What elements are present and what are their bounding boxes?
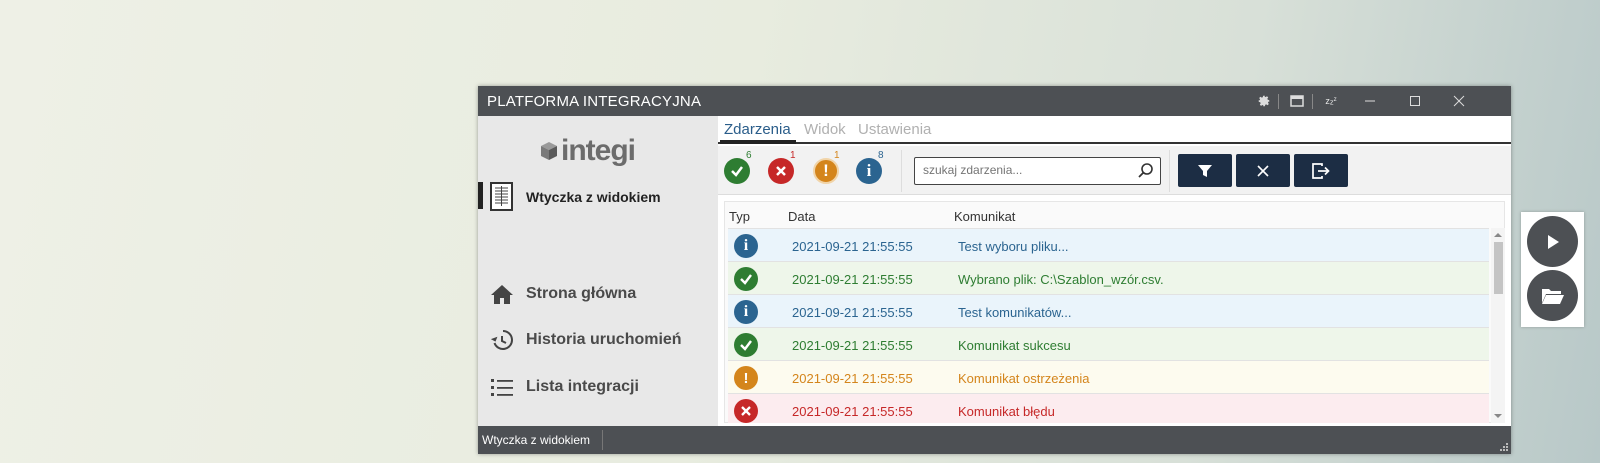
success-check-icon	[734, 267, 758, 291]
main-panel: Zdarzenia Widok Ustawienia 6 1 ! 1 i 8 s…	[718, 116, 1511, 426]
status-bar: Wtyczka z widokiem	[478, 426, 1511, 454]
warning-count: 1	[834, 150, 840, 161]
row-date: 2021-09-21 21:55:55	[792, 239, 913, 254]
tab-events[interactable]: Zdarzenia	[724, 121, 791, 138]
sidebar-item-integrations[interactable]: Lista integracji	[490, 373, 710, 401]
scroll-down-arrow-icon[interactable]	[1491, 411, 1505, 421]
sleep-zzz-icon[interactable]: z zz	[1320, 86, 1342, 116]
scroll-up-arrow-icon[interactable]	[1491, 230, 1505, 240]
search-icon[interactable]	[1137, 162, 1155, 185]
app-window: PLATFORMA INTEGRACYJNA z zz integi Wtycz…	[478, 86, 1511, 454]
sidebar-item-label: Lista integracji	[526, 378, 639, 395]
title-bar: PLATFORMA INTEGRACYJNA z zz	[478, 86, 1511, 116]
sidebar: integi Wtyczka z widokiem Strona główna	[478, 116, 718, 426]
row-date: 2021-09-21 21:55:55	[792, 305, 913, 320]
row-message: Komunikat sukcesu	[958, 338, 1071, 353]
filter-button[interactable]	[1178, 154, 1232, 187]
error-count: 1	[790, 150, 796, 161]
play-icon	[1547, 234, 1559, 249]
open-folder-button[interactable]	[1527, 270, 1578, 321]
plugin-document-icon	[490, 182, 513, 211]
tab-view[interactable]: Widok	[804, 121, 846, 138]
column-header-date[interactable]: Data	[788, 209, 815, 224]
events-table: Typ Data Komunikat i 2021-09-21 21:55:55…	[724, 201, 1505, 423]
row-date: 2021-09-21 21:55:55	[792, 338, 913, 353]
sidebar-item-label: Strona główna	[526, 285, 637, 302]
table-row[interactable]: i 2021-09-21 21:55:55 Test komunikatów..…	[728, 294, 1489, 327]
titlebar-divider	[1312, 94, 1313, 109]
folder-open-icon	[1541, 288, 1564, 304]
success-filter-icon[interactable]	[724, 158, 750, 184]
row-date: 2021-09-21 21:55:55	[792, 404, 913, 419]
run-button[interactable]	[1527, 216, 1578, 267]
close-icon[interactable]	[1444, 86, 1474, 116]
floating-action-panel	[1521, 212, 1584, 327]
success-count: 6	[746, 150, 752, 161]
titlebar-divider	[1278, 94, 1279, 109]
table-row[interactable]: ! 2021-09-21 21:55:55 Komunikat ostrzeże…	[728, 360, 1489, 393]
table-row[interactable]: 2021-09-21 21:55:55 Wybrano plik: C:\Sza…	[728, 261, 1489, 294]
column-header-message[interactable]: Komunikat	[954, 209, 1015, 224]
row-message: Test wyboru pliku...	[958, 239, 1069, 254]
sidebar-item-plugin[interactable]: Wtyczka z widokiem	[478, 182, 718, 214]
sidebar-item-label: Wtyczka z widokiem	[526, 189, 661, 205]
row-date: 2021-09-21 21:55:55	[792, 272, 913, 287]
error-x-icon	[734, 399, 758, 423]
vertical-scrollbar[interactable]	[1491, 228, 1505, 423]
table-row[interactable]: 2021-09-21 21:55:55 Komunikat sukcesu	[728, 327, 1489, 360]
home-icon	[491, 285, 513, 304]
sidebar-item-home[interactable]: Strona główna	[490, 280, 710, 308]
warning-icon: !	[734, 366, 758, 390]
toolbar-divider	[1169, 150, 1170, 192]
history-icon	[490, 330, 513, 350]
search-box	[914, 157, 1161, 185]
export-icon	[1312, 162, 1330, 179]
row-message: Wybrano plik: C:\Szablon_wzór.csv.	[958, 272, 1164, 287]
filter-funnel-icon	[1198, 164, 1212, 177]
success-check-icon	[734, 333, 758, 357]
tab-bar: Zdarzenia Widok Ustawienia	[718, 116, 1511, 144]
export-button[interactable]	[1294, 154, 1348, 187]
column-header-type[interactable]: Typ	[729, 209, 750, 224]
list-icon	[491, 379, 513, 396]
table-row[interactable]: i 2021-09-21 21:55:55 Test wyboru pliku.…	[728, 228, 1489, 261]
status-bar-divider	[602, 430, 603, 450]
window-layout-icon[interactable]	[1286, 86, 1308, 116]
window-title: PLATFORMA INTEGRACYJNA	[487, 93, 702, 110]
error-filter-icon[interactable]	[768, 158, 794, 184]
settings-gear-icon[interactable]	[1253, 86, 1275, 116]
minimize-icon[interactable]	[1355, 86, 1385, 116]
toolbar-divider	[901, 150, 902, 192]
logo-text: integi	[561, 134, 636, 167]
search-input[interactable]	[923, 163, 1128, 177]
table-header: Typ Data Komunikat	[725, 202, 1506, 228]
cube-logo-icon	[541, 142, 557, 160]
active-indicator	[478, 182, 483, 209]
sidebar-item-label: Historia uruchomień	[526, 331, 682, 348]
table-row[interactable]: 2021-09-21 21:55:55 Komunikat błędu	[728, 393, 1489, 423]
row-message: Komunikat ostrzeżenia	[958, 371, 1090, 386]
status-bar-text: Wtyczka z widokiem	[482, 433, 591, 447]
resize-grip-icon[interactable]	[1499, 442, 1509, 452]
row-date: 2021-09-21 21:55:55	[792, 371, 913, 386]
maximize-icon[interactable]	[1400, 86, 1430, 116]
info-filter-icon[interactable]: i	[856, 158, 882, 184]
tab-settings[interactable]: Ustawienia	[858, 121, 931, 138]
warning-filter-icon[interactable]: !	[813, 158, 839, 184]
toolbar: 6 1 ! 1 i 8	[718, 146, 1511, 195]
sidebar-item-history[interactable]: Historia uruchomień	[490, 326, 710, 354]
info-icon: i	[734, 234, 758, 258]
info-count: 8	[878, 150, 884, 161]
row-message: Test komunikatów...	[958, 305, 1072, 320]
scrollbar-thumb[interactable]	[1494, 242, 1503, 294]
info-icon: i	[734, 300, 758, 324]
clear-button[interactable]	[1236, 154, 1290, 187]
active-tab-underline	[720, 140, 796, 144]
row-message: Komunikat błędu	[958, 404, 1055, 419]
close-x-icon	[1257, 164, 1269, 177]
logo: integi	[540, 134, 636, 168]
